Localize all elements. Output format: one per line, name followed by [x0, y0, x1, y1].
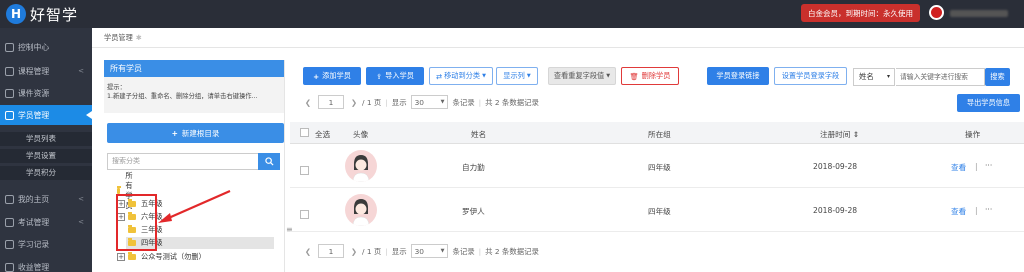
sidebar-item-courses[interactable]: 课程管理 <	[0, 61, 92, 81]
set-login-field-button[interactable]: 设置学员登录字段	[774, 67, 847, 85]
add-student-button[interactable]: + 添加学员	[303, 67, 361, 85]
user-avatar[interactable]	[929, 5, 944, 20]
chevron-left-icon: <	[78, 195, 84, 203]
row-checkbox[interactable]	[300, 210, 309, 219]
caret-down-icon: ▼	[482, 73, 486, 79]
logo[interactable]: H 好智学	[6, 3, 78, 25]
sidebar-item-students[interactable]: 学员管理	[0, 105, 92, 125]
sidebar-item-resources[interactable]: 课件资源	[0, 83, 92, 103]
more-icon[interactable]: ···	[985, 161, 992, 170]
avatar-girl-icon	[352, 199, 370, 226]
tip-box: 提示： 1.新建子分组、重命名、删除分组，请单击右键操作...	[104, 77, 284, 113]
pager-bottom: ❮ 1 ❯ / 1 页 | 显示 30 ▼ 条记录 | 共 2 条数据记录	[300, 243, 539, 259]
highlight-box	[116, 194, 157, 251]
home-icon	[5, 42, 14, 52]
student-avatar	[345, 150, 377, 182]
close-tab-icon[interactable]: ✱	[136, 33, 142, 42]
folder-icon	[5, 88, 14, 98]
next-page-icon[interactable]: ❯	[348, 244, 360, 258]
page-size-select[interactable]: 30 ▼	[410, 244, 449, 258]
chevron-left-icon: <	[78, 67, 84, 75]
table-row[interactable]: 罗伊人 四年级 2018-09-28 查看 | ···	[290, 188, 1024, 232]
page-input[interactable]: 1	[318, 95, 344, 109]
sidebar-item-earnings[interactable]: 收益管理	[0, 257, 92, 272]
view-duplicates-button[interactable]: 查看重复字段值 ▼	[548, 67, 616, 85]
move-to-category-button[interactable]: ⇄ 移动到分类 ▼	[429, 67, 493, 85]
caret-down-icon: ▼	[526, 73, 531, 79]
prev-page-icon[interactable]: ❮	[302, 244, 314, 258]
delete-student-button[interactable]: 🗑 删除学员	[621, 67, 679, 85]
import-student-button[interactable]: ⇪ 导入学员	[366, 67, 424, 85]
sidebar-sub-student-points[interactable]: 学员积分	[0, 166, 92, 180]
sidebar: 控制中心 课程管理 < 课件资源 学员管理 学员列表 学员设置 学员积分 我的主页…	[0, 28, 92, 272]
chevron-left-icon: <	[78, 218, 84, 226]
view-link[interactable]: 查看	[951, 206, 966, 217]
sidebar-item-exams[interactable]: 考试管理 <	[0, 212, 92, 232]
search-button[interactable]: 搜索	[985, 68, 1010, 86]
breadcrumb[interactable]: 学员管理 ✱	[104, 33, 142, 43]
search-field-select[interactable]: 姓名 ▾	[853, 68, 895, 86]
exam-icon	[5, 217, 14, 227]
tree-item-wechat-test[interactable]: + 公众号测试（勿删）	[117, 251, 206, 263]
page-icon	[5, 194, 14, 204]
upload-icon: ⇪	[376, 71, 383, 81]
record-icon	[5, 239, 14, 249]
student-table: 全选 头像 姓名 所在组 注册时间 ⇕ 操作 自力勤 四年级 2018-09-2…	[290, 122, 1024, 232]
view-link[interactable]: 查看	[951, 162, 966, 173]
show-columns-button[interactable]: 显示列 ▼	[496, 67, 538, 85]
student-avatar	[345, 194, 377, 226]
avatar-girl-icon	[352, 155, 370, 182]
caret-down-icon: ▾	[886, 73, 890, 80]
logo-text: 好智学	[30, 5, 79, 24]
row-checkbox[interactable]	[300, 166, 309, 175]
sidebar-item-homepage[interactable]: 我的主页 <	[0, 189, 92, 209]
category-search-button[interactable]	[258, 153, 280, 170]
expand-icon[interactable]: +	[117, 253, 125, 261]
table-header: 全选 头像 姓名 所在组 注册时间 ⇕ 操作	[290, 122, 1024, 144]
sort-register-time[interactable]: 注册时间 ⇕	[820, 129, 859, 140]
top-bar: H 好智学 白金会员，到期时间：永久使用	[0, 0, 1024, 28]
caret-down-icon: ▼	[440, 99, 445, 105]
swap-icon: ⇄	[436, 71, 443, 81]
annotation-arrow-icon	[158, 189, 231, 223]
search-icon	[264, 157, 274, 166]
more-icon[interactable]: ···	[985, 205, 992, 214]
user-icon	[5, 110, 14, 120]
export-student-button[interactable]: 导出学员信息	[957, 94, 1020, 112]
keyword-search-input[interactable]: 请输入关键字进行搜索	[896, 68, 985, 86]
page-size-select[interactable]: 30 ▼	[410, 95, 449, 109]
user-name-blurred[interactable]	[950, 10, 1008, 17]
select-all-checkbox[interactable]	[300, 128, 309, 137]
next-page-icon[interactable]: ❯	[348, 95, 360, 109]
student-login-link-button[interactable]: 学员登录链接	[707, 67, 769, 85]
trash-icon: 🗑	[629, 71, 639, 81]
sidebar-item-learning-records[interactable]: 学习记录	[0, 234, 92, 254]
folder-icon	[128, 252, 136, 260]
book-icon	[5, 66, 14, 76]
logo-icon: H	[6, 4, 26, 24]
plus-icon: +	[171, 128, 178, 138]
pager-top: ❮ 1 ❯ / 1 页 | 显示 30 ▼ 条记录 | 共 2 条数据记录	[300, 94, 539, 110]
prev-page-icon[interactable]: ❮	[302, 95, 314, 109]
caret-down-icon: ▼	[440, 248, 445, 254]
panel-title: 所有学员	[104, 60, 284, 77]
sidebar-item-dashboard[interactable]: 控制中心	[0, 37, 92, 57]
new-root-dir-button[interactable]: + 新建根目录	[107, 123, 284, 143]
money-icon	[5, 262, 14, 272]
caret-down-icon: ▼	[606, 73, 611, 79]
plus-icon: +	[313, 71, 320, 81]
page-input[interactable]: 1	[318, 244, 344, 258]
sidebar-sub-student-list[interactable]: 学员列表	[0, 132, 92, 146]
vip-badge[interactable]: 白金会员，到期时间：永久使用	[801, 4, 920, 22]
table-row[interactable]: 自力勤 四年级 2018-09-28 查看 | ···	[290, 144, 1024, 188]
sidebar-sub-student-settings[interactable]: 学员设置	[0, 149, 92, 163]
category-search-input[interactable]: 搜索分类	[107, 153, 258, 170]
breadcrumb-bar: 学员管理 ✱	[92, 28, 1024, 48]
